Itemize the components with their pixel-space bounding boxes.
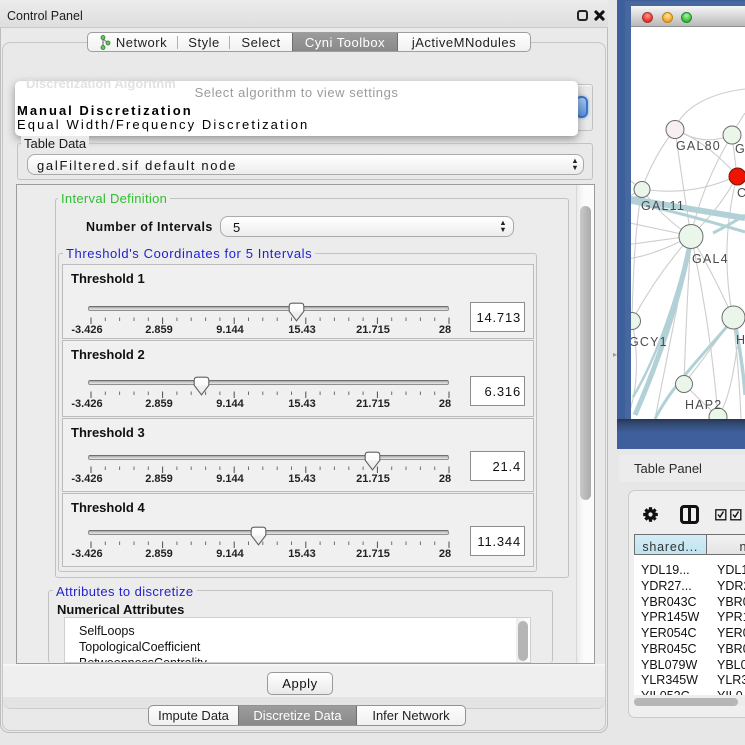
svg-text:GAL11: GAL11 bbox=[641, 199, 685, 213]
svg-text:GCY1: GCY1 bbox=[631, 335, 668, 349]
svg-text:HAP2: HAP2 bbox=[685, 398, 722, 412]
svg-text:GAL80: GAL80 bbox=[676, 139, 721, 153]
svg-text:GAL4: GAL4 bbox=[692, 252, 729, 266]
svg-text:C: C bbox=[737, 186, 745, 200]
svg-text:GA: GA bbox=[735, 142, 745, 156]
svg-text:H: H bbox=[736, 333, 745, 347]
